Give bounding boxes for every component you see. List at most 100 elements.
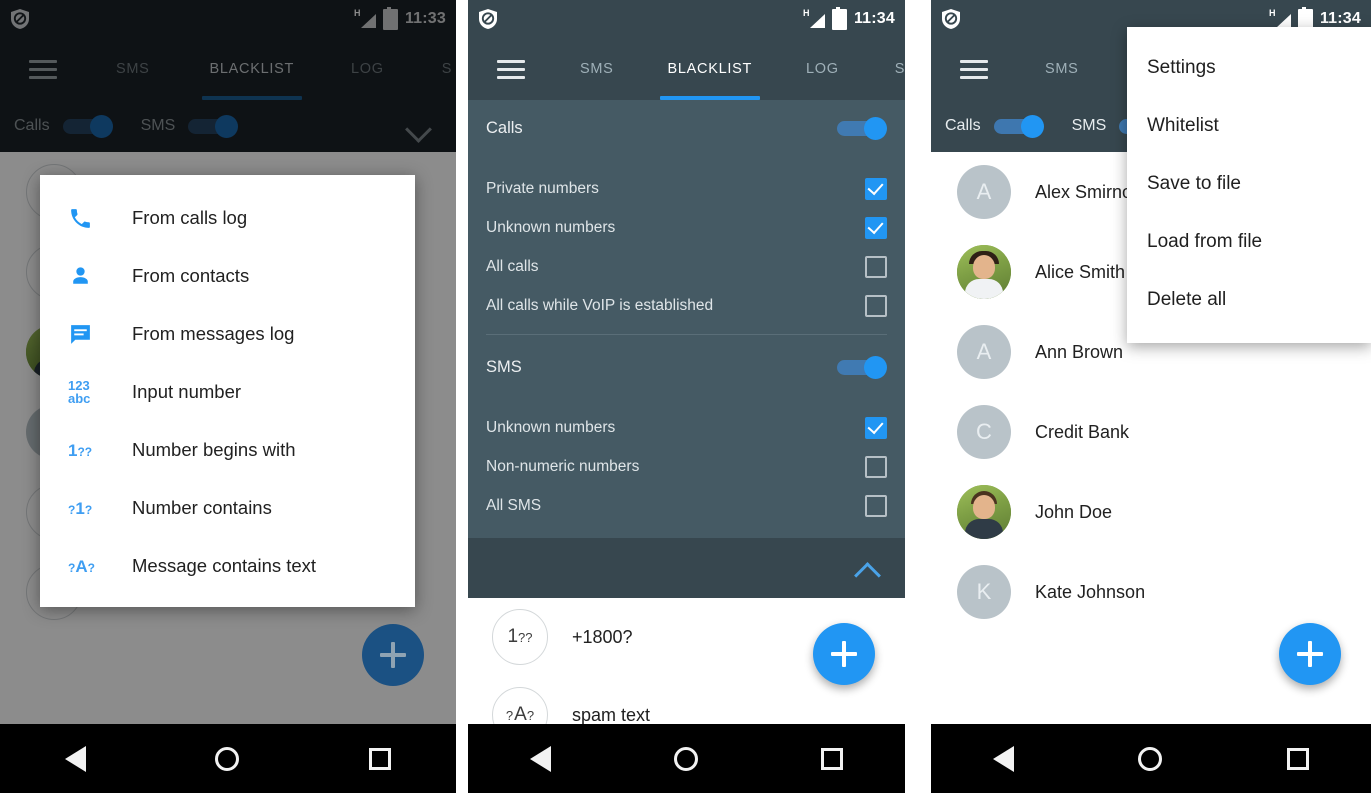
contact-name: Alice Smith (1035, 261, 1126, 282)
option-unknown-numbers[interactable]: Unknown numbers (468, 208, 905, 247)
battery-icon (831, 6, 847, 30)
option-label: Non-numeric numbers (486, 457, 640, 475)
tab-settings[interactable]: S (889, 38, 905, 100)
hamburger-menu-icon[interactable] (947, 59, 1001, 79)
avatar-initial: A (976, 339, 992, 364)
system-navigation-bar (931, 724, 1371, 793)
menu-item-load-from-file[interactable]: Load from file (1127, 213, 1371, 271)
menu-item-delete-all[interactable]: Delete all (1127, 271, 1371, 329)
contact-name: Ann Brown (1035, 341, 1124, 362)
phone-icon (68, 206, 114, 231)
option-label: Unknown numbers (486, 218, 616, 236)
contact-name: Credit Bank (1035, 421, 1130, 442)
add-button[interactable] (362, 624, 424, 686)
tab-row: SMS BLACKLIST LOG S (468, 38, 905, 100)
home-icon[interactable] (215, 746, 240, 771)
option-sms-non-numeric[interactable]: Non-numeric numbers (468, 447, 905, 486)
calls-toggle[interactable] (993, 115, 1044, 138)
checkbox[interactable] (865, 216, 887, 239)
avatar: C (957, 405, 1011, 459)
menu-item-whitelist[interactable]: Whitelist (1127, 97, 1371, 155)
avatar: A (957, 165, 1011, 219)
checkbox[interactable] (865, 494, 887, 517)
option-label: All SMS (486, 496, 542, 514)
popup-item-message-contains-text[interactable]: ?A? Message contains text (40, 537, 415, 595)
avatar-initial: A (976, 179, 992, 204)
list-item[interactable]: K Kate Johnson (931, 552, 1371, 632)
tab-sms[interactable]: SMS (1039, 38, 1085, 100)
tab-log[interactable]: LOG (800, 38, 845, 100)
status-bar: H 11:34 (468, 0, 905, 38)
list-item-label: spam text (572, 704, 651, 725)
checkbox[interactable] (865, 294, 887, 317)
tab-sms[interactable]: SMS (574, 38, 620, 100)
list-item[interactable]: John Doe (931, 472, 1371, 552)
filter-settings-panel: Calls Private numbers Unknown numbers Al… (468, 100, 905, 538)
option-all-sms[interactable]: All SMS (468, 486, 905, 525)
popup-item-label: Number contains (132, 497, 272, 518)
message-icon (68, 322, 114, 347)
back-icon[interactable] (529, 745, 551, 772)
avatar (957, 245, 1011, 299)
back-icon[interactable] (64, 745, 86, 772)
recents-icon[interactable] (1286, 747, 1309, 770)
option-label: All calls while VoIP is established (486, 296, 714, 314)
avatar-initial: K (976, 579, 992, 604)
recents-icon[interactable] (369, 747, 392, 770)
option-all-calls[interactable]: All calls (468, 247, 905, 286)
chevron-up-icon[interactable] (851, 551, 885, 585)
popup-item-label: From messages log (132, 323, 295, 344)
home-icon[interactable] (673, 746, 698, 771)
popup-item-from-contacts[interactable]: From contacts (40, 247, 415, 305)
option-private-numbers[interactable]: Private numbers (468, 169, 905, 208)
popup-item-label: Input number (132, 381, 242, 402)
tabs: SMS BLACKLIST LOG S (538, 38, 905, 100)
option-sms-unknown-numbers[interactable]: Unknown numbers (468, 408, 905, 447)
home-icon[interactable] (1138, 746, 1163, 771)
popup-item-number-contains[interactable]: ?1? Number contains (40, 479, 415, 537)
popup-item-from-calls-log[interactable]: From calls log (40, 189, 415, 247)
checkbox[interactable] (865, 255, 887, 278)
calls-toggle[interactable] (837, 117, 887, 140)
back-icon[interactable] (993, 745, 1015, 772)
phone-screenshot-1: H 11:33 SMS BLACKLIST LOG S Calls SMS Fr… (0, 0, 456, 793)
keypad-123abc-icon: 123 abc (68, 378, 91, 406)
rule-glyph-secondary: ?? (518, 629, 533, 645)
recents-icon[interactable] (821, 747, 844, 770)
text-contains-icon: ?A? (68, 556, 95, 576)
contact-name: Alex Smirnov (1035, 181, 1142, 202)
sms-section-title: SMS (486, 357, 522, 376)
avatar-initial: C (976, 419, 992, 444)
popup-item-label: From calls log (132, 207, 248, 228)
signal-icon: H (803, 9, 825, 28)
signal-icon: H (1269, 9, 1291, 28)
calls-section-title: Calls (486, 118, 523, 137)
add-source-popup: From calls log From contacts From messag… (40, 175, 415, 607)
add-button[interactable] (813, 623, 875, 685)
sms-toggle[interactable] (837, 356, 887, 379)
option-label: Unknown numbers (486, 418, 616, 436)
person-icon (68, 264, 114, 289)
popup-item-input-number[interactable]: 123 abc Input number (40, 363, 415, 421)
option-label: All calls (486, 257, 539, 275)
option-all-calls-voip[interactable]: All calls while VoIP is established (468, 286, 905, 325)
option-label: Private numbers (486, 179, 599, 197)
checkbox[interactable] (865, 177, 887, 200)
contains-icon: ?1? (68, 498, 93, 518)
popup-item-label: From contacts (132, 265, 250, 286)
system-navigation-bar (468, 724, 905, 793)
avatar: K (957, 565, 1011, 619)
menu-item-save-to-file[interactable]: Save to file (1127, 155, 1371, 213)
phone-screenshot-3: H 11:34 SMS B Calls SMS (931, 0, 1371, 793)
checkbox[interactable] (865, 416, 887, 439)
menu-item-settings[interactable]: Settings (1127, 39, 1371, 97)
hamburger-menu-icon[interactable] (484, 59, 538, 79)
tab-blacklist[interactable]: BLACKLIST (659, 38, 761, 100)
collapse-settings-bar[interactable] (468, 538, 905, 598)
popup-item-from-messages-log[interactable]: From messages log (40, 305, 415, 363)
popup-item-number-begins-with[interactable]: 1?? Number begins with (40, 421, 415, 479)
checkbox[interactable] (865, 455, 887, 478)
screenshot-stage: H 11:33 SMS BLACKLIST LOG S Calls SMS Fr… (0, 0, 1371, 793)
list-item[interactable]: C Credit Bank (931, 392, 1371, 472)
add-button[interactable] (1279, 623, 1341, 685)
